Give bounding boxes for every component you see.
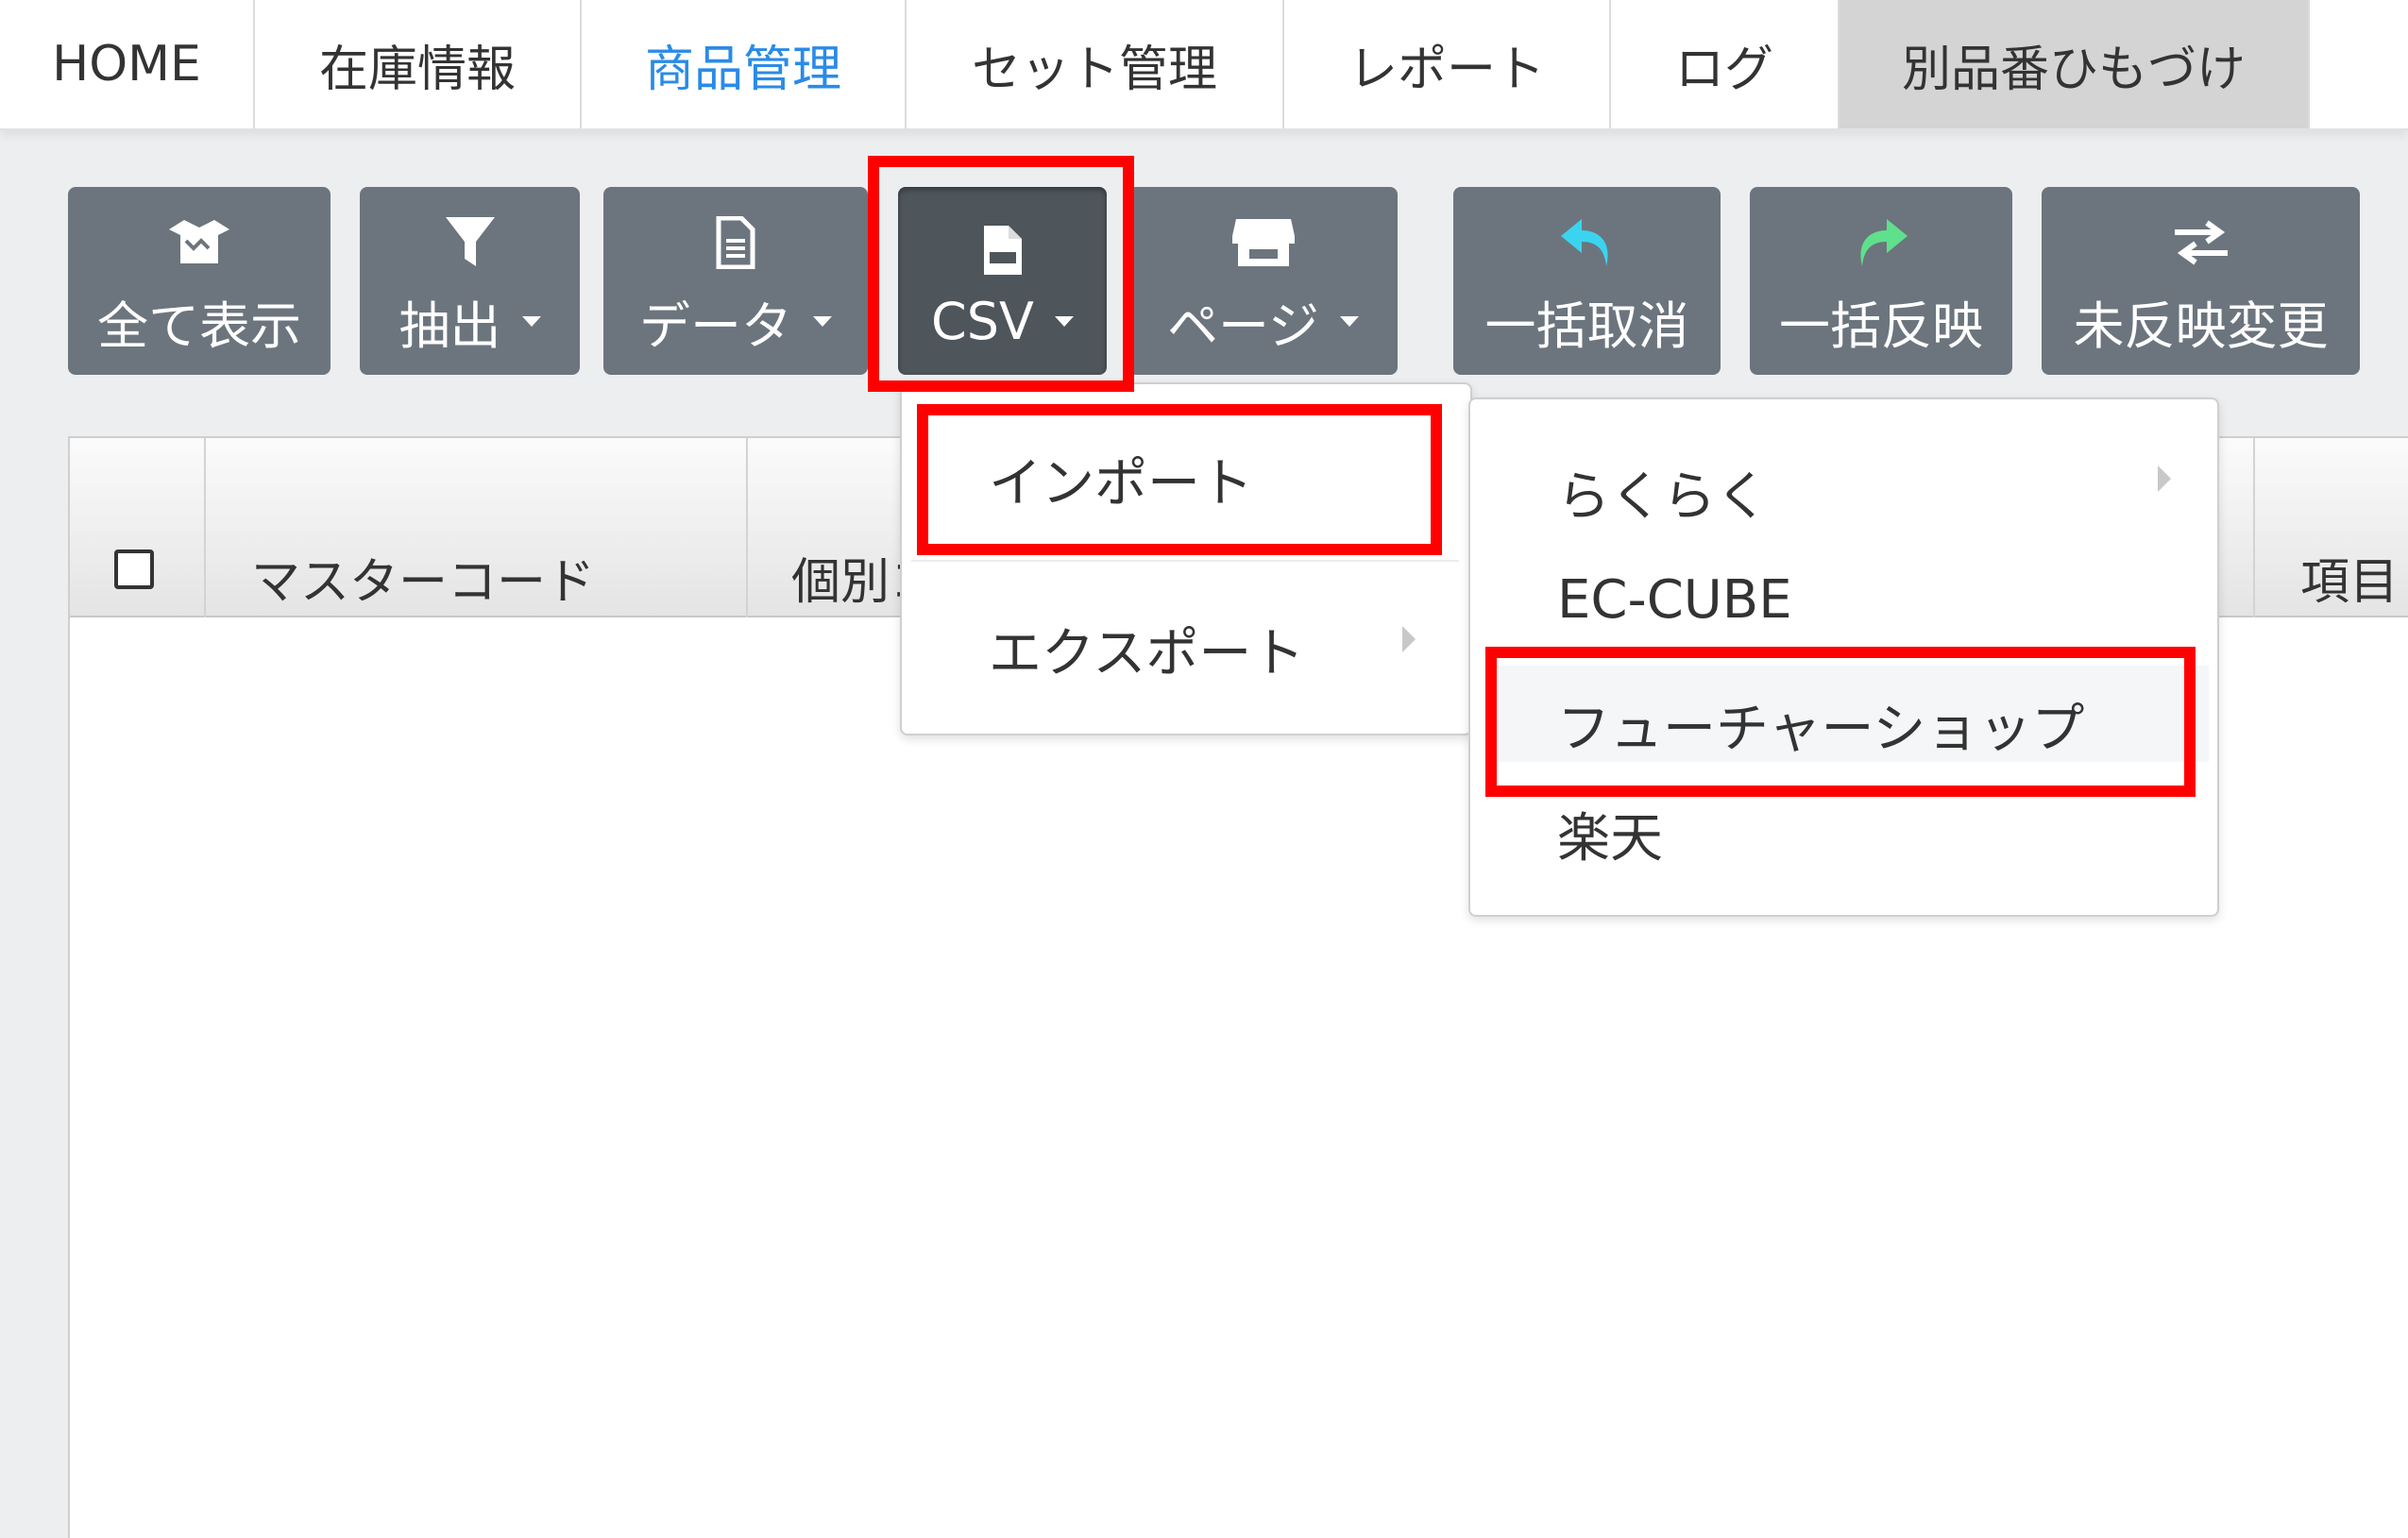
submenu-arrow-icon xyxy=(1402,626,1416,652)
data-label: データ xyxy=(639,296,792,356)
select-all-checkbox[interactable] xyxy=(114,549,154,589)
page-button[interactable]: ページ xyxy=(1128,187,1398,375)
tab-inventory[interactable]: 在庫情報 xyxy=(255,0,582,128)
tab-report[interactable]: レポート xyxy=(1284,0,1611,128)
show-all-label: 全て表示 xyxy=(97,296,301,356)
tab-sets[interactable]: セット管理 xyxy=(907,0,1284,128)
tab-alias-link[interactable]: 別品番ひもづけ xyxy=(1840,0,2310,128)
exchange-icon xyxy=(2171,214,2231,271)
filter-icon xyxy=(444,214,497,271)
page-label: ページ xyxy=(1167,296,1319,356)
filter-label: 抽出 xyxy=(399,296,501,356)
filter-button[interactable]: 抽出 xyxy=(360,187,580,375)
highlight-import-item xyxy=(917,404,1442,555)
box-open-icon xyxy=(163,214,235,271)
highlight-csv-button xyxy=(868,156,1134,392)
tab-home[interactable]: HOME xyxy=(0,0,255,128)
menu-item-export[interactable]: エクスポート xyxy=(989,611,1304,687)
data-button[interactable]: データ xyxy=(603,187,868,375)
unapplied-changes-button[interactable]: 未反映変更 xyxy=(2042,187,2360,375)
redo-arrow-icon xyxy=(1851,214,1911,271)
undo-arrow-icon xyxy=(1557,214,1618,271)
column-master-code[interactable]: マスターコード xyxy=(251,542,595,613)
top-nav: HOME 在庫情報 商品管理 セット管理 レポート ログ 別品番ひもづけ xyxy=(0,0,2408,130)
show-all-button[interactable]: 全て表示 xyxy=(68,187,331,375)
apply-all-label: 一括反映 xyxy=(1779,296,1983,356)
file-icon xyxy=(715,214,756,271)
caret-down-icon xyxy=(1339,316,1359,327)
column-item[interactable]: 項目 xyxy=(2300,542,2399,613)
submenu-item-ec-cube[interactable]: EC-CUBE xyxy=(1557,569,1792,631)
unapplied-label: 未反映変更 xyxy=(2073,296,2329,356)
caret-down-icon xyxy=(813,316,832,327)
undo-all-label: 一括取消 xyxy=(1484,296,1689,356)
store-icon xyxy=(1230,214,1297,271)
undo-all-button[interactable]: 一括取消 xyxy=(1453,187,1721,375)
caret-down-icon xyxy=(521,316,541,327)
submenu-item-rakuraku[interactable]: らくらく xyxy=(1557,454,1769,531)
menu-divider xyxy=(911,560,1459,562)
submenu-arrow-icon xyxy=(2158,465,2171,492)
column-divider xyxy=(204,438,206,617)
submenu-item-rakuten[interactable]: 楽天 xyxy=(1557,796,1663,872)
tab-products[interactable]: 商品管理 xyxy=(582,0,907,128)
column-divider xyxy=(746,438,748,617)
tab-log[interactable]: ログ xyxy=(1611,0,1840,128)
column-divider xyxy=(2253,438,2255,617)
highlight-futureshop-item xyxy=(1485,647,2196,797)
apply-all-button[interactable]: 一括反映 xyxy=(1750,187,2012,375)
